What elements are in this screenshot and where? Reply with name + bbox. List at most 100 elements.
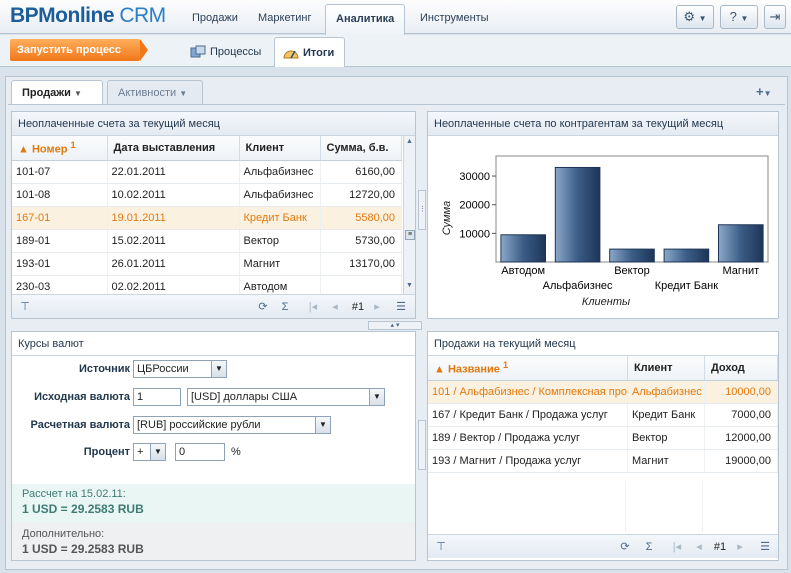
- table-cell: 19.01.2011: [107, 206, 240, 230]
- help-icon: ?: [729, 9, 737, 24]
- to-currency-label: Расчетная валюта: [30, 419, 130, 431]
- table-cell: 193-01: [12, 252, 108, 276]
- nav-marketing[interactable]: Маркетинг: [248, 0, 321, 34]
- table-row[interactable]: 101-08 10.02.2011 Альфабизнес 12720,00: [12, 183, 402, 207]
- table-row[interactable]: 167 / Кредит Банк / Продажа услуг Кредит …: [428, 403, 778, 427]
- run-process-button[interactable]: Запустить процесс: [10, 39, 148, 61]
- percent-sign-select[interactable]: + ▼: [133, 443, 166, 461]
- exit-button[interactable]: ⇥: [764, 5, 786, 29]
- page-number: #1: [351, 301, 365, 313]
- y-tick-label: 20000: [459, 200, 490, 212]
- tab-results[interactable]: Итоги: [274, 37, 346, 67]
- table-cell: Альфабизнес: [239, 160, 321, 184]
- from-amount-input[interactable]: 1: [133, 388, 181, 406]
- table-row[interactable]: 193-01 26.01.2011 Магнит 13170,00: [12, 252, 402, 276]
- table-row[interactable]: 189 / Вектор / Продажа услуг Вектор 12000,…: [428, 426, 778, 450]
- tab-divider: [8, 104, 785, 105]
- gear-icon: ⚙: [683, 9, 696, 24]
- refresh-icon[interactable]: ⟳: [256, 300, 270, 314]
- table-row[interactable]: 167-01 19.01.2011 Кредит Банк 5580,00: [12, 206, 402, 230]
- extra-rate: 1 USD = 29.2583 RUB: [22, 542, 144, 556]
- table-header: ▲ Номер 1 Дата выставления Клиент Сумма,…: [12, 136, 402, 161]
- scroll-thumb[interactable]: ≡: [405, 230, 415, 240]
- first-page-icon[interactable]: |◂: [670, 540, 684, 554]
- table-row[interactable]: 101 / Альфабизнес / Комплексная про Альфа…: [428, 380, 778, 404]
- table-row[interactable]: 189-01 15.02.2011 Вектор 5730,00: [12, 229, 402, 253]
- logo-main: BPMonline: [10, 4, 115, 27]
- sum-icon[interactable]: Σ: [278, 300, 292, 314]
- scroll-up-icon[interactable]: ▲: [406, 138, 413, 145]
- prev-page-icon[interactable]: ◂: [692, 540, 706, 554]
- category-label: Кредит Банк: [655, 280, 718, 292]
- tab-sales[interactable]: Продажи ▼: [11, 80, 103, 105]
- extra-result-box: Дополнительно: 1 USD = 29.2583 RUB: [12, 522, 415, 560]
- source-value: ЦБРоссии: [137, 363, 189, 375]
- first-page-icon[interactable]: |◂: [306, 300, 320, 314]
- sales-toolbar: ⊤ ⟳ Σ |◂ ◂ #1 ▸ ☰: [428, 534, 778, 558]
- percent-label: Процент: [83, 446, 130, 458]
- nav-sales[interactable]: Продажи: [182, 0, 248, 34]
- table-cell: 22.01.2011: [107, 160, 240, 184]
- y-tick-label: 10000: [459, 228, 490, 240]
- to-currency-value: [RUB] российские рубли: [137, 419, 261, 431]
- category-label: Магнит: [722, 265, 759, 277]
- col-client[interactable]: Клиент: [239, 136, 321, 161]
- calc-date: Рассчет на 15.02.11:: [22, 488, 126, 500]
- calc-rate: 1 USD = 29.2583 RUB: [22, 502, 144, 516]
- unpaid-table: ▲ Номер 1 Дата выставления Клиент Сумма,…: [12, 136, 402, 294]
- table-row[interactable]: 101-07 22.01.2011 Альфабизнес 6160,00: [12, 160, 402, 184]
- chevron-down-icon: ▼: [763, 89, 772, 98]
- filter-icon[interactable]: ⊤: [434, 540, 448, 554]
- nav-analytics[interactable]: Аналитика: [325, 4, 406, 39]
- gauge-icon: [283, 50, 299, 59]
- col-number[interactable]: ▲ Номер 1: [12, 136, 108, 161]
- sort-mark: 1: [70, 139, 76, 150]
- bar-1[interactable]: [554, 166, 601, 263]
- app-logo[interactable]: BPMonline CRM: [10, 4, 166, 28]
- vertical-splitter-handle[interactable]: ⋮: [418, 190, 426, 230]
- column-divider: [625, 482, 626, 532]
- horizontal-splitter-handle[interactable]: ▴ ▾: [368, 321, 422, 330]
- table-row[interactable]: 230-03 02.02.2011 Автодом: [12, 275, 402, 294]
- col-income[interactable]: Доход: [704, 356, 778, 381]
- percent-input[interactable]: 0: [175, 443, 225, 461]
- tab-processes[interactable]: Процессы: [182, 37, 271, 67]
- prev-page-icon[interactable]: ◂: [328, 300, 342, 314]
- col-number-label: Номер: [31, 143, 68, 156]
- column-divider: [702, 482, 703, 532]
- panel-title: Курсы валют: [12, 332, 415, 356]
- menu-icon[interactable]: ☰: [758, 540, 772, 554]
- menu-icon[interactable]: ☰: [394, 300, 408, 314]
- next-page-icon[interactable]: ▸: [370, 300, 384, 314]
- vertical-splitter-handle[interactable]: [418, 420, 426, 470]
- table-cell: 10.02.2011: [107, 183, 240, 207]
- bar-0[interactable]: [500, 234, 547, 263]
- to-currency-select[interactable]: [RUB] российские рубли ▼: [133, 416, 331, 434]
- chevron-down-icon: ▼: [698, 14, 707, 23]
- settings-button[interactable]: ⚙ ▼: [676, 5, 714, 29]
- chevron-down-icon: ▼: [150, 444, 165, 460]
- scrollbar[interactable]: ▲ ≡ ▼: [403, 136, 415, 294]
- logo-crm: CRM: [114, 4, 166, 27]
- col-sum[interactable]: Сумма, б.в.: [320, 136, 402, 161]
- next-page-icon[interactable]: ▸: [733, 540, 747, 554]
- bar-3[interactable]: [663, 248, 710, 263]
- col-client[interactable]: Клиент: [627, 356, 705, 381]
- source-select[interactable]: ЦБРоссии ▼: [133, 360, 227, 378]
- sum-icon[interactable]: Σ: [642, 540, 656, 554]
- nav-tools[interactable]: Инструменты: [410, 0, 499, 34]
- panel-title: Неоплаченные счета по контрагентам за те…: [428, 112, 778, 136]
- refresh-icon[interactable]: ⟳: [618, 540, 632, 554]
- add-widget-button[interactable]: +▼: [756, 84, 772, 99]
- scroll-down-icon[interactable]: ▼: [406, 282, 413, 289]
- bar-2[interactable]: [609, 248, 655, 263]
- table-row[interactable]: 193 / Магнит / Продажа услуг Магнит 19000,…: [428, 449, 778, 473]
- from-currency-select[interactable]: [USD] доллары США ▼: [187, 388, 385, 406]
- tab-activities[interactable]: Активности ▼: [107, 80, 203, 104]
- bar-4[interactable]: [717, 224, 764, 263]
- filter-icon[interactable]: ⊤: [18, 300, 32, 314]
- help-button[interactable]: ? ▼: [720, 5, 758, 29]
- table-cell: 02.02.2011: [107, 275, 240, 294]
- col-date[interactable]: Дата выставления: [107, 136, 240, 161]
- col-name[interactable]: ▲ Название 1: [428, 356, 628, 381]
